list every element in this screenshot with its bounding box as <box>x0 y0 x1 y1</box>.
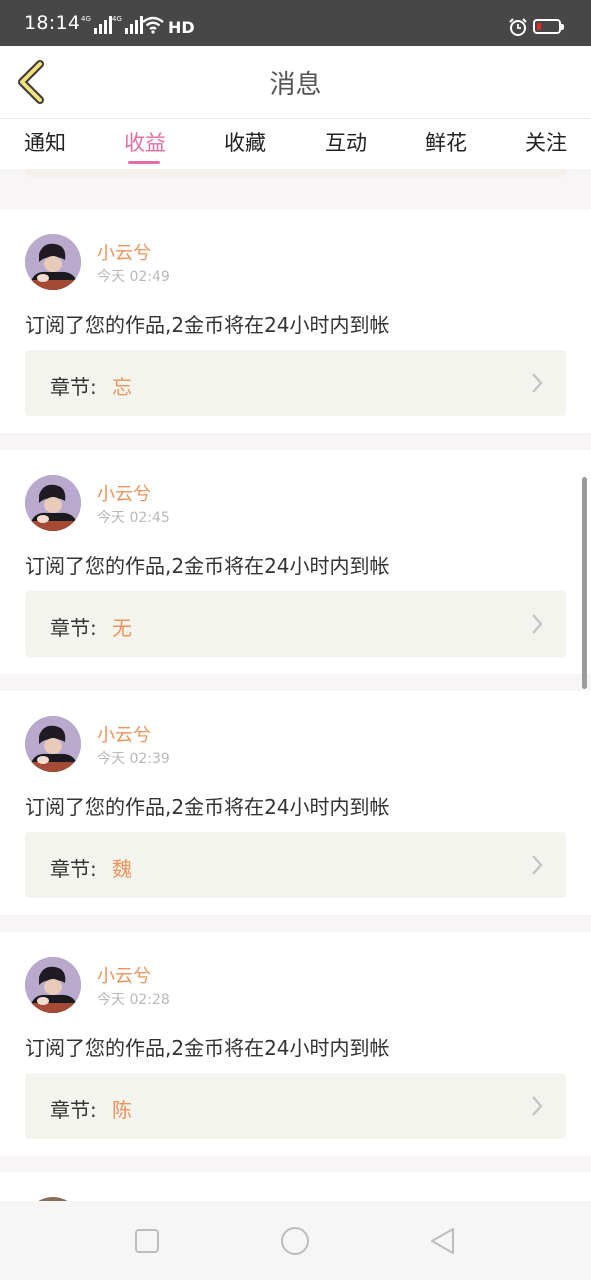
message-time: 今天 02:49 <box>97 269 170 285</box>
signal-icon: 4G <box>112 16 143 34</box>
network-type-label: 4G <box>81 15 91 23</box>
message-text: 订阅了您的作品,2金币将在24小时内到帐 <box>25 554 390 578</box>
message-card[interactable]: 小云兮 今天 02:45 订阅了您的作品,2金币将在24小时内到帐 章节: 无 <box>0 450 591 674</box>
message-card[interactable]: 小云兮 今天 02:28 订阅了您的作品,2金币将在24小时内到帐 章节: 陈 <box>0 932 591 1156</box>
app-header: 消息 <box>0 46 591 119</box>
signal-icon: 4G <box>81 16 112 34</box>
chevron-right-icon <box>532 855 543 875</box>
username[interactable]: 小云兮 <box>97 721 151 747</box>
tab-flowers[interactable]: 鲜花 <box>401 127 491 157</box>
avatar[interactable] <box>25 716 81 772</box>
message-time: 今天 02:45 <box>97 510 170 526</box>
message-text: 订阅了您的作品,2金币将在24小时内到帐 <box>25 1036 390 1060</box>
tab-bar: 通知 收益 收藏 互动 鲜花 关注 <box>0 119 591 169</box>
home-icon[interactable] <box>279 1225 311 1257</box>
chapter-label: 章节: <box>50 375 97 399</box>
chapter-title: 陈 <box>112 1098 132 1122</box>
username[interactable]: 小云兮 <box>97 480 151 506</box>
chevron-right-icon <box>532 1096 543 1116</box>
battery-icon <box>533 19 564 34</box>
chapter-link[interactable]: 章节: 魏 <box>25 832 566 898</box>
avatar[interactable] <box>25 957 81 1013</box>
chapter-title: 无 <box>112 616 132 640</box>
tab-earnings[interactable]: 收益 <box>100 127 190 157</box>
message-time: 今天 02:28 <box>97 992 170 1008</box>
chapter-label: 章节: <box>50 1098 97 1122</box>
wifi-icon <box>142 16 164 34</box>
tab-following[interactable]: 关注 <box>501 127 591 157</box>
message-text: 订阅了您的作品,2金币将在24小时内到帐 <box>25 795 390 819</box>
avatar[interactable] <box>25 475 81 531</box>
username[interactable]: 小云兮 <box>97 239 151 265</box>
chapter-label: 章节: <box>50 857 97 881</box>
chapter-title: 魏 <box>112 857 132 881</box>
hd-label: HD <box>168 18 195 37</box>
avatar[interactable] <box>25 234 81 290</box>
message-card[interactable]: 小云兮 今天 02:39 订阅了您的作品,2金币将在24小时内到帐 章节: 魏 <box>0 691 591 915</box>
chapter-link[interactable]: 章节: 陈 <box>25 1073 566 1139</box>
chapter-title: 忘 <box>112 375 132 399</box>
active-tab-indicator <box>128 161 160 164</box>
network-type-label: 4G <box>112 15 122 23</box>
recent-apps-icon[interactable] <box>131 1225 163 1257</box>
chevron-right-icon <box>532 614 543 634</box>
message-card[interactable]: 小云兮 今天 02:49 订阅了您的作品,2金币将在24小时内到帐 章节: 忘 <box>0 209 591 433</box>
previous-card-edge <box>25 169 566 177</box>
username[interactable]: 小云兮 <box>97 962 151 988</box>
chevron-right-icon <box>532 373 543 393</box>
alarm-icon <box>509 18 527 36</box>
scrollbar[interactable] <box>582 477 587 689</box>
system-nav-bar <box>0 1201 591 1280</box>
chapter-label: 章节: <box>50 616 97 640</box>
chapter-link[interactable]: 章节: 无 <box>25 591 566 657</box>
page-title: 消息 <box>269 70 322 100</box>
tab-favorites[interactable]: 收藏 <box>200 127 290 157</box>
status-bar: 18:14 4G 4G HD <box>0 0 591 46</box>
tab-notifications[interactable]: 通知 <box>0 127 90 157</box>
back-icon[interactable] <box>427 1225 459 1257</box>
status-time: 18:14 <box>24 12 81 34</box>
message-text: 订阅了您的作品,2金币将在24小时内到帐 <box>25 313 390 337</box>
chapter-link[interactable]: 章节: 忘 <box>25 350 566 416</box>
message-time: 今天 02:39 <box>97 751 170 767</box>
tab-interactions[interactable]: 互动 <box>301 127 391 157</box>
